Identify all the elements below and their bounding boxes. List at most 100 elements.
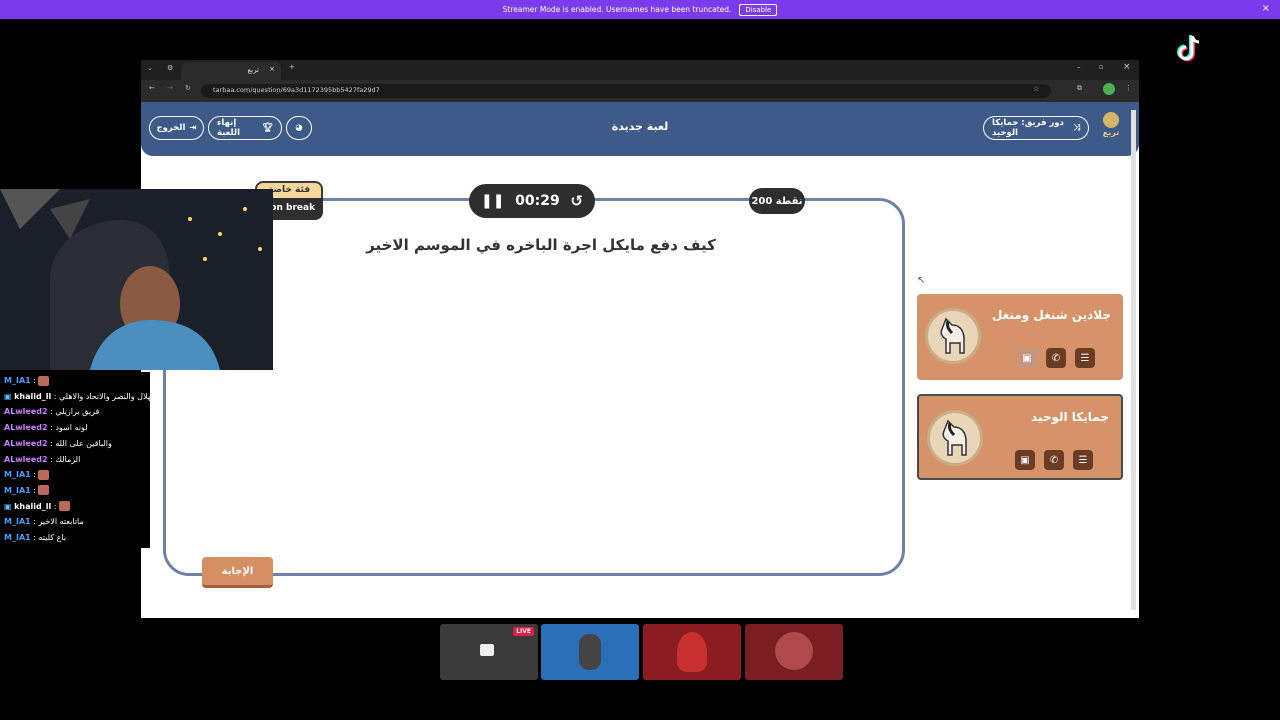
tab-close-icon[interactable]: × [269, 65, 275, 73]
chat-message: ▣ khalid_ll : الهلال والنصر والاتحاد وال… [4, 391, 156, 403]
player-avatar-icon [677, 632, 707, 672]
chat-text: الهلال والنصر والاتحاد والاهلي [59, 391, 157, 401]
chat-message: ▣ khalid_ll : [4, 501, 70, 513]
mouse-cursor-icon: ↖ [917, 275, 926, 286]
chat-message: ALwleed2 : والباقين على الله [4, 438, 112, 450]
chat-badge-icon: ▣ [4, 501, 15, 511]
chat-bubble-icon [480, 644, 494, 656]
browser-menu-icon[interactable]: ⋮ [1125, 84, 1132, 92]
chat-message: ALwleed2 : فريق برازيلي [4, 406, 99, 418]
streamer-mode-banner: Streamer Mode is enabled. Usernames have… [0, 0, 1280, 19]
address-bar: ← → ↻ tarbaa.com/question/69a3d1172395bb… [141, 80, 1139, 102]
screen-share-thumbnail[interactable]: LIVE [440, 624, 538, 680]
chat-text: الزمالك [55, 454, 81, 464]
tab-title: تربع [247, 66, 259, 74]
disable-button[interactable]: Disable [739, 3, 778, 16]
live-badge: LIVE [513, 627, 534, 636]
chat-username[interactable]: M_IA1 [4, 470, 31, 479]
chat-message: M_IA1 : [4, 469, 50, 481]
back-icon[interactable]: ← [149, 84, 155, 92]
webcam-feed [0, 189, 273, 370]
camera-lifeline-icon[interactable]: ▣ [1015, 450, 1035, 470]
camera-lifeline-icon[interactable]: ▣ [1017, 348, 1037, 368]
tab-active[interactable]: تربع × [181, 62, 281, 80]
scrollbar[interactable] [1131, 110, 1136, 610]
chat-text: فريق برازيلي [55, 407, 100, 417]
palette-icon: ◕ [295, 123, 303, 133]
exit-button[interactable]: الخروج ⇥ [149, 116, 204, 140]
chat-username[interactable]: ALwleed2 [4, 407, 48, 416]
tiktok-logo-icon [1177, 35, 1200, 62]
participant-thumbnail[interactable] [745, 624, 843, 680]
end-game-label: إنهاء اللعبة [217, 118, 240, 138]
horse-avatar-icon [925, 308, 981, 364]
team-card: جلادين شنغل ومنغل ▣ ✆ ☰ [917, 294, 1123, 380]
banner-close-icon[interactable]: × [1262, 3, 1270, 14]
exit-label: الخروج [156, 123, 186, 133]
forward-icon[interactable]: → [167, 84, 173, 92]
window-close-icon[interactable]: × [1123, 62, 1131, 72]
profile-avatar[interactable] [1103, 83, 1115, 95]
pause-icon[interactable]: ❚❚ [481, 193, 504, 209]
question-text: كيف دفع مايكل اجرة الباخره في الموسم الا… [366, 236, 716, 254]
reload-icon[interactable]: ↻ [185, 84, 191, 92]
chat-message: M_IA1 : ماتابعته الاخير [4, 516, 84, 528]
chat-username[interactable]: M_IA1 [4, 376, 31, 385]
extensions-icon[interactable]: ⧉ [1077, 84, 1082, 93]
browser-window: ⌄ ⚙ تربع × + – ▫ × ← → ↻ tarbaa.com/ques… [141, 60, 1139, 618]
chat-username[interactable]: khalid_ll [14, 502, 51, 511]
chat-username[interactable]: M_IA1 [4, 486, 31, 495]
horse-avatar-icon [927, 410, 983, 466]
timer: ❚❚ 00:29 ↺ [469, 184, 595, 218]
team-tools: ▣ ✆ ☰ [1015, 450, 1093, 470]
team-turn-button[interactable]: دور فريق: جمايكا الوحيد ⤨ [983, 116, 1089, 140]
url-text: tarbaa.com/question/69a3d1172395bb5427fa… [213, 86, 380, 94]
maximize-icon[interactable]: ▫ [1099, 63, 1104, 71]
list-lifeline-icon[interactable]: ☰ [1073, 450, 1093, 470]
chat-separator: : [30, 470, 39, 480]
app-logo: تربع [1097, 112, 1125, 146]
minimize-icon[interactable]: – [1077, 63, 1081, 71]
chat-emote-icon [59, 501, 70, 512]
chat-username[interactable]: ALwleed2 [4, 423, 48, 432]
chat-username[interactable]: ALwleed2 [4, 455, 48, 464]
palette-button[interactable]: ◕ [286, 116, 312, 140]
team-tools: ▣ ✆ ☰ [1017, 348, 1095, 368]
new-tab-icon[interactable]: + [289, 63, 295, 71]
url-input[interactable]: tarbaa.com/question/69a3d1172395bb5427fa… [201, 84, 1051, 98]
pizza-avatar-icon [775, 632, 813, 670]
call-lifeline-icon[interactable]: ✆ [1044, 450, 1064, 470]
participant-thumbnail[interactable] [541, 624, 639, 680]
chat-separator: : [51, 501, 59, 511]
bookmark-star-icon[interactable]: ☆ [1033, 85, 1039, 93]
list-lifeline-icon[interactable]: ☰ [1075, 348, 1095, 368]
chat-username[interactable]: M_IA1 [4, 533, 31, 542]
points-badge: 200 نقطة [749, 188, 805, 214]
chat-emote-icon [38, 375, 50, 386]
tab-list-icon[interactable]: ⌄ [147, 64, 153, 72]
settings-tab-icon[interactable]: ⚙ [167, 64, 173, 72]
team-turn-label: دور فريق: جمايكا الوحيد [992, 118, 1064, 138]
chat-username[interactable]: ALwleed2 [4, 439, 48, 448]
team-name: جمايكا الوحيد [1031, 410, 1109, 424]
end-game-button[interactable]: إنهاء اللعبة 🏆︎ [208, 116, 282, 140]
call-lifeline-icon[interactable]: ✆ [1046, 348, 1066, 368]
chat-message: M_IA1 : [4, 375, 50, 387]
chat-message: ALwleed2 : الزمالك [4, 454, 80, 466]
team-card-active: جمايكا الوحيد ▣ ✆ ☰ [917, 394, 1123, 480]
chat-username[interactable]: M_IA1 [4, 517, 31, 526]
participant-thumbnail[interactable] [643, 624, 741, 680]
chat-message: M_IA1 : باع كليته [4, 532, 66, 544]
reset-timer-icon[interactable]: ↺ [570, 192, 583, 210]
chat-message: ALwleed2 : لونه اسود [4, 422, 88, 434]
chat-text: ماتابعته الاخير [38, 517, 84, 527]
chat-emote-icon [38, 485, 50, 496]
page-title: لعبة جديدة [611, 120, 669, 133]
tab-bar: ⌄ ⚙ تربع × + – ▫ × [141, 60, 1139, 80]
logo-text: تربع [1102, 128, 1120, 137]
chat-text: باع كليته [38, 533, 67, 542]
chat-username[interactable]: khalid_ll [14, 392, 51, 401]
chat-badge-icon: ▣ [4, 391, 15, 401]
trophy-icon: 🏆︎ [262, 123, 273, 133]
answer-button[interactable]: الإجابة [202, 557, 273, 588]
